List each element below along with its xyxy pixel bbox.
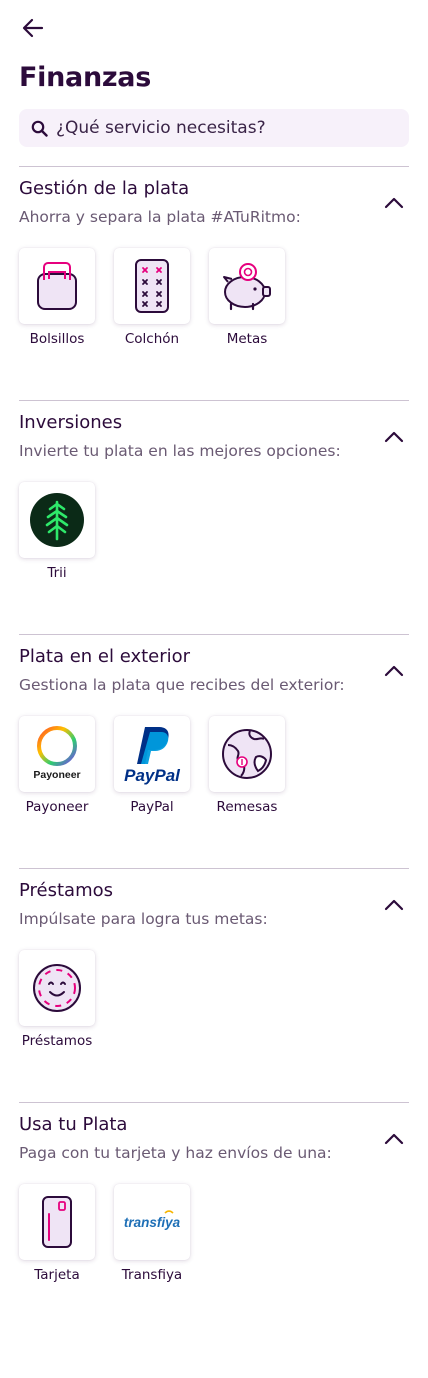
service-card-bolsillos[interactable]: Bolsillos bbox=[19, 248, 95, 347]
pocket-icon bbox=[37, 262, 77, 310]
search-input[interactable] bbox=[56, 109, 396, 147]
service-card-colchon[interactable]: Colchón bbox=[114, 248, 190, 347]
service-label: Remesas bbox=[216, 799, 278, 815]
service-card-remesas[interactable]: Remesas bbox=[209, 716, 285, 815]
service-label: Bolsillos bbox=[29, 331, 85, 347]
section-plata-exterior: Plata en el exterior Gestiona la plata q… bbox=[19, 634, 409, 834]
transfiya-logo-text: transfiya bbox=[124, 1215, 181, 1230]
section-usa-tu-plata: Usa tu Plata Paga con tu tarjeta y haz e… bbox=[19, 1102, 409, 1302]
paypal-logo-text: PayPal bbox=[124, 766, 181, 785]
section-subtitle: Paga con tu tarjeta y haz envíos de una: bbox=[19, 1144, 332, 1162]
service-label: PayPal bbox=[130, 799, 174, 815]
section-title: Usa tu Plata bbox=[19, 1114, 128, 1135]
service-label: Metas bbox=[226, 331, 268, 347]
trii-logo-icon bbox=[30, 493, 84, 547]
service-label: Transfiya bbox=[121, 1267, 183, 1283]
back-arrow-icon[interactable] bbox=[20, 16, 48, 40]
service-card-metas[interactable]: Metas bbox=[209, 248, 285, 347]
section-subtitle: Ahorra y separa la plata #ATuRitmo: bbox=[19, 208, 301, 226]
section-title: Préstamos bbox=[19, 880, 114, 901]
section-subtitle: Impúlsate para logra tus metas: bbox=[19, 910, 268, 928]
section-gestion-plata: Gestión de la plata Ahorra y separa la p… bbox=[19, 166, 409, 366]
transfiya-logo-icon: transfiya bbox=[124, 1210, 181, 1230]
smiley-icon bbox=[33, 964, 81, 1012]
search-icon bbox=[31, 120, 48, 137]
section-subtitle: Invierte tu plata en las mejores opcione… bbox=[19, 442, 341, 460]
payoneer-logo-icon: Payoneer bbox=[33, 726, 81, 781]
globe-icon bbox=[222, 729, 272, 779]
chevron-up-icon[interactable] bbox=[384, 1132, 404, 1146]
section-prestamos: Préstamos Impúlsate para logra tus metas… bbox=[19, 868, 409, 1068]
search-bar[interactable] bbox=[19, 109, 409, 147]
service-card-trii[interactable]: Trii bbox=[19, 482, 95, 581]
card-icon bbox=[42, 1196, 72, 1248]
service-label: Colchón bbox=[124, 331, 180, 347]
service-label: Payoneer bbox=[25, 799, 89, 815]
chevron-up-icon[interactable] bbox=[384, 898, 404, 912]
section-title: Gestión de la plata bbox=[19, 178, 190, 199]
service-label: Préstamos bbox=[21, 1033, 93, 1049]
section-divider bbox=[19, 166, 409, 167]
section-title: Plata en el exterior bbox=[19, 646, 191, 667]
chevron-up-icon[interactable] bbox=[384, 196, 404, 210]
section-subtitle: Gestiona la plata que recibes del exteri… bbox=[19, 676, 345, 694]
service-label: Trii bbox=[47, 565, 67, 581]
mattress-icon bbox=[135, 259, 169, 313]
section-divider bbox=[19, 1102, 409, 1103]
section-inversiones: Inversiones Invierte tu plata en las mej… bbox=[19, 400, 409, 600]
section-divider bbox=[19, 868, 409, 869]
chevron-up-icon[interactable] bbox=[384, 664, 404, 678]
piggy-bank-icon bbox=[223, 263, 271, 311]
service-card-tarjeta[interactable]: Tarjeta bbox=[19, 1184, 95, 1283]
section-divider bbox=[19, 400, 409, 401]
service-card-payoneer[interactable]: Payoneer Payoneer bbox=[19, 716, 95, 815]
section-title: Inversiones bbox=[19, 412, 123, 433]
chevron-up-icon[interactable] bbox=[384, 430, 404, 444]
payoneer-logo-text: Payoneer bbox=[33, 769, 80, 781]
page-title: Finanzas bbox=[19, 62, 151, 93]
service-card-prestamos[interactable]: Préstamos bbox=[19, 950, 95, 1049]
section-divider bbox=[19, 634, 409, 635]
service-label: Tarjeta bbox=[34, 1267, 80, 1283]
paypal-logo-icon: PayPal bbox=[124, 727, 181, 785]
service-card-transfiya[interactable]: transfiya Transfiya bbox=[114, 1184, 190, 1283]
service-card-paypal[interactable]: PayPal PayPal bbox=[114, 716, 190, 815]
